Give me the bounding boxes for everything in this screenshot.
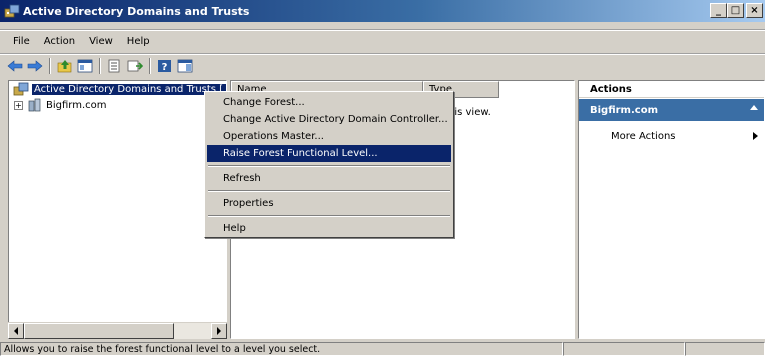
scroll-left-button[interactable] bbox=[8, 323, 24, 339]
menu-item-change-forest[interactable]: Change Forest... bbox=[207, 94, 451, 111]
status-bar: Allows you to raise the forest functiona… bbox=[0, 342, 765, 356]
ad-domains-trusts-icon bbox=[13, 82, 29, 96]
scroll-right-button[interactable] bbox=[211, 323, 227, 339]
title-bar: Active Directory Domains and Trusts _ □ … bbox=[0, 0, 765, 22]
show-hide-tree-icon[interactable] bbox=[76, 57, 94, 75]
close-button[interactable]: × bbox=[746, 3, 763, 18]
context-menu: Change Forest... Change Active Directory… bbox=[204, 91, 454, 238]
menu-action[interactable]: Action bbox=[37, 36, 82, 47]
collapse-up-icon[interactable] bbox=[750, 105, 758, 110]
tree-item-label: Bigfirm.com bbox=[46, 99, 107, 111]
empty-view-message: his view. bbox=[448, 107, 491, 118]
menu-separator bbox=[208, 190, 450, 192]
divider bbox=[0, 53, 765, 55]
actions-group-bigfirm[interactable]: Bigfirm.com bbox=[579, 99, 764, 121]
help-icon[interactable]: ? bbox=[156, 57, 174, 75]
actions-group-label: Bigfirm.com bbox=[590, 104, 658, 116]
expand-toggle[interactable]: + bbox=[14, 100, 23, 110]
menu-bar: File Action View Help bbox=[0, 31, 157, 51]
menu-file[interactable]: File bbox=[6, 36, 37, 47]
svg-text:?: ? bbox=[162, 62, 168, 73]
tree-horizontal-scrollbar[interactable] bbox=[8, 322, 227, 339]
status-text: Allows you to raise the forest functiona… bbox=[0, 342, 563, 356]
action-pane-icon[interactable] bbox=[176, 57, 194, 75]
menu-item-operations-master[interactable]: Operations Master... bbox=[207, 128, 451, 145]
toolbar: ? bbox=[6, 56, 194, 76]
up-level-icon[interactable] bbox=[56, 57, 74, 75]
submenu-arrow-icon bbox=[753, 132, 758, 140]
tree-root-item[interactable]: Active Directory Domains and Trusts [ BF bbox=[9, 81, 226, 97]
properties-icon[interactable] bbox=[126, 57, 144, 75]
menu-item-raise-forest-functional-level[interactable]: Raise Forest Functional Level... bbox=[207, 145, 451, 162]
actions-pane: Actions Bigfirm.com More Actions bbox=[578, 80, 765, 339]
tree-item-bigfirm[interactable]: + Bigfirm.com bbox=[9, 97, 226, 113]
more-actions-item[interactable]: More Actions bbox=[579, 126, 764, 146]
ad-domains-trusts-icon bbox=[4, 3, 20, 19]
toolbar-separator bbox=[149, 58, 151, 74]
scroll-thumb[interactable] bbox=[24, 323, 174, 339]
menu-item-refresh[interactable]: Refresh bbox=[207, 170, 451, 187]
menu-item-change-domain-controller[interactable]: Change Active Directory Domain Controlle… bbox=[207, 111, 451, 128]
menu-view[interactable]: View bbox=[82, 36, 120, 47]
menu-separator bbox=[208, 215, 450, 217]
status-panel bbox=[563, 342, 685, 356]
minimize-button[interactable]: _ bbox=[710, 3, 727, 18]
more-actions-label: More Actions bbox=[611, 130, 676, 142]
export-list-icon[interactable] bbox=[106, 57, 124, 75]
maximize-button[interactable]: □ bbox=[727, 3, 744, 18]
toolbar-separator bbox=[49, 58, 51, 74]
back-arrow-icon[interactable] bbox=[6, 57, 24, 75]
tree-root-label[interactable]: Active Directory Domains and Trusts [ BF bbox=[32, 83, 226, 95]
toolbar-separator bbox=[99, 58, 101, 74]
menu-item-help[interactable]: Help bbox=[207, 220, 451, 237]
status-panel bbox=[685, 342, 765, 356]
forward-arrow-icon[interactable] bbox=[26, 57, 44, 75]
domain-icon bbox=[27, 98, 43, 112]
menu-separator bbox=[208, 165, 450, 167]
console-tree[interactable]: Active Directory Domains and Trusts [ BF… bbox=[8, 80, 227, 339]
window-title: Active Directory Domains and Trusts bbox=[23, 4, 250, 18]
actions-header: Actions bbox=[579, 81, 764, 98]
menu-item-properties[interactable]: Properties bbox=[207, 195, 451, 212]
menu-help[interactable]: Help bbox=[120, 36, 157, 47]
